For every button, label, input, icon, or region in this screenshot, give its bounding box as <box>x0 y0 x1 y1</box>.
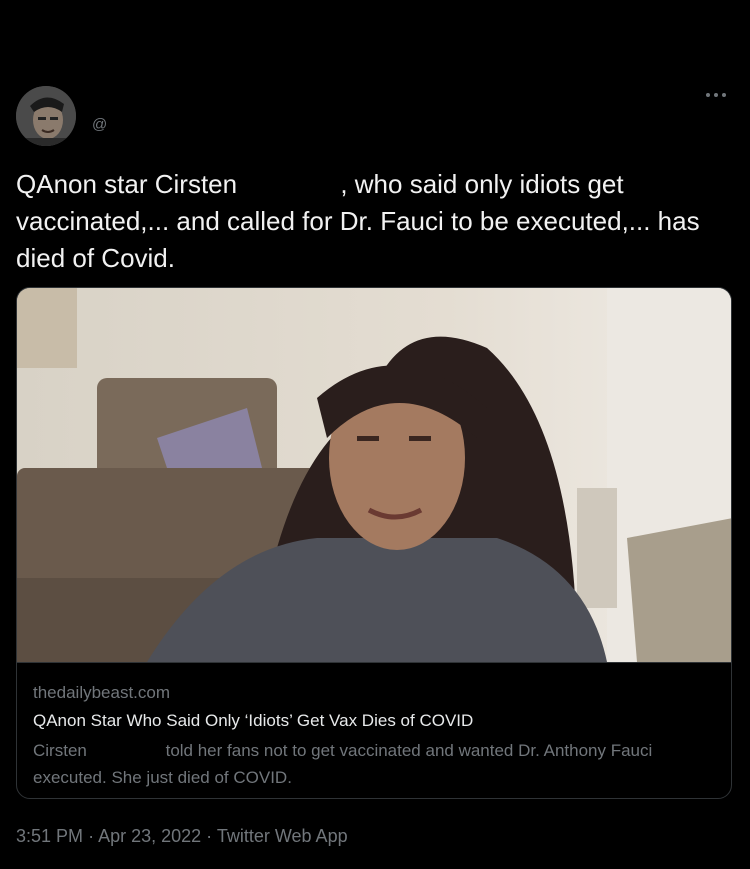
tweet-time[interactable]: 3:51 PM <box>16 826 83 846</box>
card-desc-part2: told her fans not to get vaccinated and … <box>33 741 653 787</box>
card-headline[interactable]: QAnon Star Who Said Only ‘Idiots’ Get Va… <box>33 711 473 731</box>
meta-separator: · <box>206 826 213 846</box>
tweet-text-part1: QAnon star Cirsten <box>16 169 238 199</box>
card-desc-part1: Cirsten <box>33 741 87 760</box>
more-horizontal-icon[interactable] <box>704 88 728 102</box>
tweet-source: Twitter Web App <box>216 826 348 846</box>
meta-separator: · <box>88 826 95 846</box>
avatar[interactable] <box>16 86 76 146</box>
tweet-text: QAnon star Cirsten , who said only idiot… <box>16 166 716 277</box>
link-card[interactable]: thedailybeast.com QAnon Star Who Said On… <box>16 287 732 799</box>
card-body[interactable]: thedailybeast.com QAnon Star Who Said On… <box>17 662 731 798</box>
user-handle[interactable]: @ <box>92 116 107 133</box>
card-domain[interactable]: thedailybeast.com <box>33 683 170 703</box>
tweet: @ QAnon star Cirsten , who said only idi… <box>0 0 750 869</box>
tweet-meta: 3:51 PM · Apr 23, 2022 · Twitter Web App <box>16 826 348 847</box>
tweet-date[interactable]: Apr 23, 2022 <box>98 826 201 846</box>
card-image[interactable] <box>17 288 731 662</box>
card-description: Cirsten told her fans not to get vaccina… <box>33 737 703 791</box>
